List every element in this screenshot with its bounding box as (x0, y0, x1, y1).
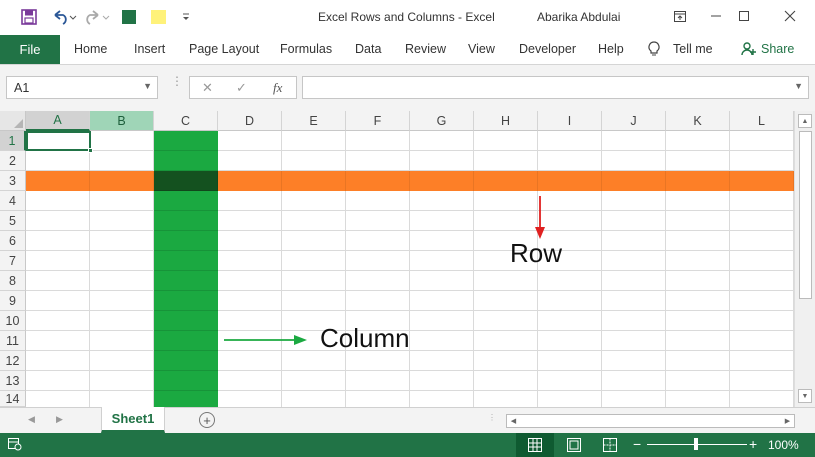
enter-check-icon[interactable]: ✓ (236, 80, 247, 96)
zoom-slider-thumb[interactable] (694, 438, 698, 450)
row-header-2[interactable]: 2 (0, 151, 26, 171)
tab-help[interactable]: Help (598, 42, 624, 56)
column-header-b[interactable]: B (90, 111, 154, 131)
tab-page-layout[interactable]: Page Layout (189, 42, 259, 56)
zoom-in-icon[interactable]: + (749, 436, 757, 452)
row-header-9[interactable]: 9 (0, 291, 26, 311)
chevron-down-icon[interactable]: ▼ (143, 81, 152, 91)
horizontal-scroll-thumb[interactable] (521, 416, 779, 426)
tell-me-search[interactable]: Tell me (673, 42, 713, 56)
prev-sheet-icon[interactable]: ◀ (28, 414, 35, 425)
row-header-3[interactable]: 3 (0, 171, 26, 191)
column-header-a[interactable]: A (26, 111, 90, 131)
zoom-out-icon[interactable]: − (633, 436, 641, 452)
yellow-square-icon[interactable] (150, 8, 166, 26)
tab-split-handle-icon[interactable]: ⋮ (488, 414, 496, 422)
vertical-scrollbar[interactable]: ▲ ▼ (794, 111, 815, 407)
formula-bar: A1 ▼ ⋮ ✕ ✓ fx ▼ (0, 65, 815, 111)
tab-view[interactable]: View (468, 42, 495, 56)
close-icon[interactable] (772, 4, 808, 28)
select-all-icon (14, 119, 23, 128)
column-header-l[interactable]: L (730, 111, 794, 131)
row-header-12[interactable]: 12 (0, 351, 26, 371)
user-name[interactable]: Abarika Abdulai (537, 10, 620, 24)
tab-developer[interactable]: Developer (519, 42, 576, 56)
horizontal-scrollbar[interactable]: ◀ ▶ (506, 414, 795, 428)
normal-view-icon[interactable] (516, 433, 554, 457)
tab-data[interactable]: Data (355, 42, 381, 56)
tab-file[interactable]: File (0, 35, 60, 64)
name-box-value: A1 (14, 81, 30, 95)
status-bar: − + 100% (0, 433, 815, 457)
row-header-1[interactable]: 1 (0, 131, 26, 151)
share-icon[interactable] (741, 41, 757, 60)
add-sheet-icon[interactable]: + (199, 412, 215, 428)
row-header-5[interactable]: 5 (0, 211, 26, 231)
active-cell[interactable] (26, 131, 91, 151)
lightbulb-icon[interactable] (648, 41, 660, 60)
page-layout-view-icon[interactable] (555, 433, 593, 457)
formula-input[interactable]: ▼ (302, 76, 809, 99)
column-header-c[interactable]: C (154, 111, 218, 131)
green-square-icon[interactable] (121, 8, 137, 26)
column-header-h[interactable]: H (474, 111, 538, 131)
tab-formulas[interactable]: Formulas (280, 42, 332, 56)
row-header-7[interactable]: 7 (0, 251, 26, 271)
expand-formula-icon[interactable]: ▼ (794, 81, 803, 91)
row-label: Row (510, 238, 563, 268)
row-header-8[interactable]: 8 (0, 271, 26, 291)
scroll-left-icon[interactable]: ◀ (507, 415, 520, 427)
column-label: Column (320, 323, 410, 353)
tab-insert[interactable]: Insert (134, 42, 165, 56)
ribbon-display-icon[interactable] (662, 4, 698, 28)
tab-review[interactable]: Review (405, 42, 446, 56)
row-header-13[interactable]: 13 (0, 371, 26, 391)
row-header-11[interactable]: 11 (0, 331, 26, 351)
name-box[interactable]: A1 ▼ (6, 76, 158, 99)
macro-record-icon[interactable] (8, 438, 22, 454)
scroll-up-icon[interactable]: ▲ (798, 114, 812, 128)
row-header-6[interactable]: 6 (0, 231, 26, 251)
excel-window: Excel Rows and Columns - Excel Abarika A… (0, 0, 815, 457)
row-header-10[interactable]: 10 (0, 311, 26, 331)
redo-icon[interactable] (84, 8, 110, 26)
row-header-14[interactable]: 14 (0, 391, 26, 407)
undo-icon[interactable] (50, 8, 78, 26)
drag-handle-icon[interactable]: ⋮ (171, 75, 183, 87)
column-header-f[interactable]: F (346, 111, 410, 131)
highlighted-row[interactable] (26, 171, 794, 191)
save-icon[interactable] (20, 8, 38, 26)
sheet-tab-sheet1[interactable]: Sheet1 (101, 407, 165, 433)
share-button[interactable]: Share (761, 42, 794, 56)
ribbon-tabs: File Home Insert Page Layout Formulas Da… (0, 35, 815, 65)
window-title: Excel Rows and Columns - Excel (318, 10, 495, 24)
select-all-button[interactable] (0, 111, 26, 131)
insert-function-icon[interactable]: fx (273, 80, 282, 96)
customize-qat-icon[interactable] (180, 8, 192, 26)
scroll-down-icon[interactable]: ▼ (798, 389, 812, 403)
column-header-j[interactable]: J (602, 111, 666, 131)
scroll-right-icon[interactable]: ▶ (781, 415, 794, 427)
column-arrow (224, 335, 307, 345)
maximize-icon[interactable] (726, 4, 762, 28)
sheet-tabs-bar: ◀ ▶ Sheet1 + ⋮ ◀ ▶ (0, 407, 815, 433)
row-column-intersection[interactable] (154, 171, 218, 191)
row-arrow (535, 196, 545, 239)
title-bar: Excel Rows and Columns - Excel Abarika A… (0, 0, 815, 35)
column-header-g[interactable]: G (410, 111, 474, 131)
zoom-level[interactable]: 100% (768, 438, 799, 452)
row-header-4[interactable]: 4 (0, 191, 26, 211)
cancel-icon[interactable]: ✕ (202, 80, 213, 96)
next-sheet-icon[interactable]: ▶ (56, 414, 63, 425)
page-break-view-icon[interactable] (591, 433, 629, 457)
formula-buttons: ✕ ✓ fx (189, 76, 297, 99)
column-header-k[interactable]: K (666, 111, 730, 131)
column-header-i[interactable]: I (538, 111, 602, 131)
tab-home[interactable]: Home (74, 42, 107, 56)
column-header-e[interactable]: E (282, 111, 346, 131)
fill-handle[interactable] (88, 148, 93, 153)
vertical-scroll-thumb[interactable] (799, 131, 812, 299)
column-header-d[interactable]: D (218, 111, 282, 131)
